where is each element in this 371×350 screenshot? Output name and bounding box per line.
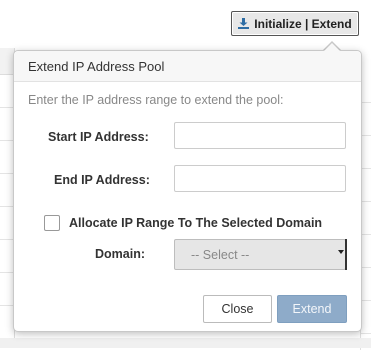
allocate-checkbox[interactable]	[44, 215, 60, 231]
table-row	[0, 108, 14, 141]
table-row	[361, 202, 371, 235]
table-row	[361, 103, 371, 136]
chevron-down-icon	[338, 250, 344, 254]
background-table-header	[0, 48, 14, 75]
table-row	[361, 235, 371, 268]
table-row	[361, 169, 371, 202]
domain-select[interactable]: -- Select --	[174, 239, 347, 270]
initialize-extend-button[interactable]: Initialize | Extend	[231, 11, 359, 36]
end-ip-input[interactable]	[174, 165, 346, 192]
domain-select-value: -- Select --	[191, 248, 250, 262]
end-ip-label: End IP Address:	[54, 173, 150, 187]
start-ip-label: Start IP Address:	[48, 130, 149, 144]
extend-ip-pool-popover: Extend IP Address Pool Enter the IP addr…	[13, 50, 362, 332]
table-row	[361, 301, 371, 334]
popover-title: Extend IP Address Pool	[14, 51, 361, 82]
select-edge	[345, 239, 347, 270]
table-row	[0, 207, 14, 240]
popover-arrow-inner	[324, 43, 340, 51]
table-row	[0, 75, 14, 108]
table-row	[0, 273, 14, 306]
start-ip-input[interactable]	[174, 122, 346, 149]
table-row	[0, 141, 14, 174]
table-row	[361, 268, 371, 301]
download-icon	[238, 18, 250, 29]
background-footer	[0, 338, 371, 348]
table-row	[361, 70, 371, 103]
table-row	[0, 306, 14, 339]
initialize-extend-label: Initialize | Extend	[254, 16, 352, 31]
close-button[interactable]: Close	[203, 295, 272, 323]
table-row	[361, 136, 371, 169]
allocate-label: Allocate IP Range To The Selected Domain	[69, 216, 323, 230]
table-row	[0, 174, 14, 207]
extend-button[interactable]: Extend	[277, 295, 347, 323]
domain-label: Domain:	[95, 247, 145, 261]
table-row	[0, 240, 14, 273]
popover-hint: Enter the IP address range to extend the…	[28, 93, 284, 107]
